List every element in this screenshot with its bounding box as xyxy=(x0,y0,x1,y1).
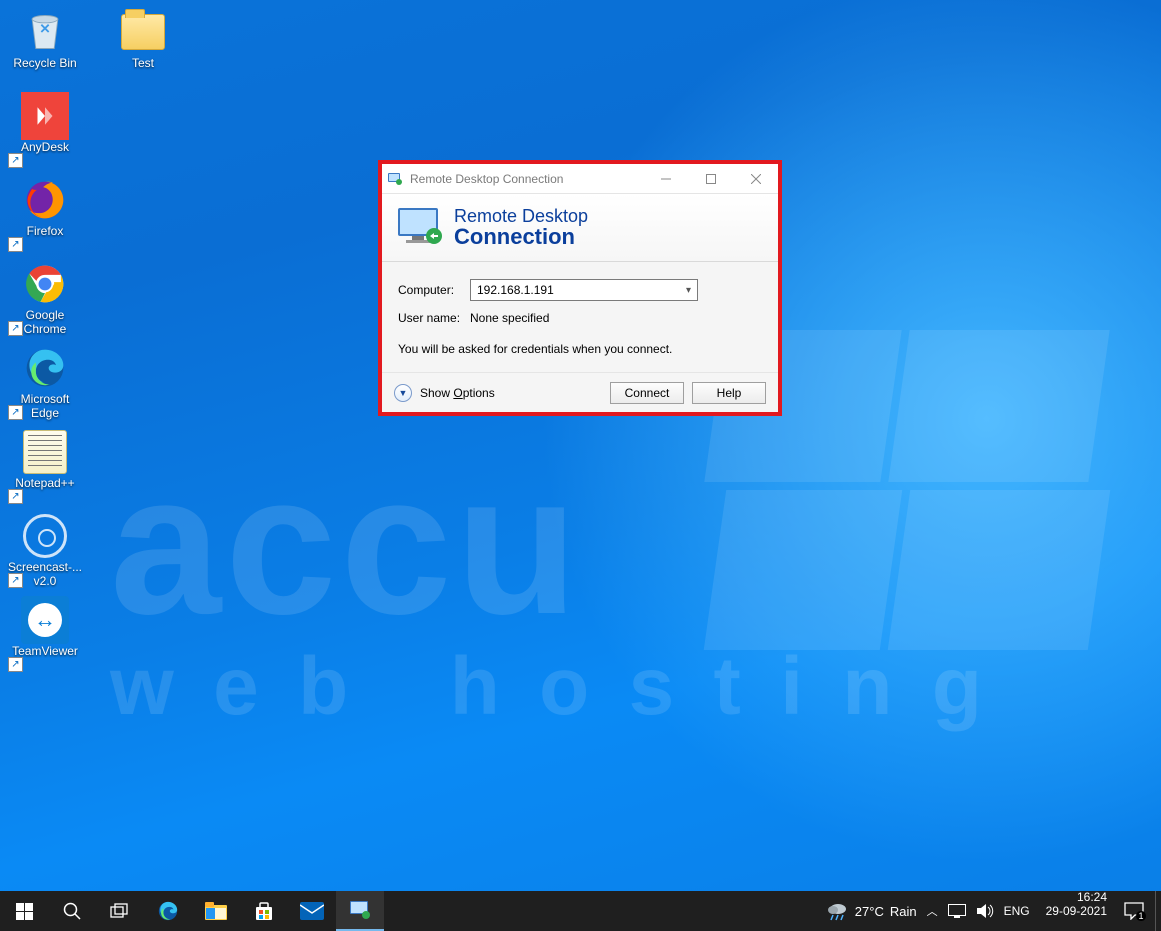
connect-button[interactable]: Connect xyxy=(610,382,684,404)
username-value: None specified xyxy=(470,311,549,325)
rdp-heading-2: Connection xyxy=(454,225,588,248)
teamviewer-icon xyxy=(21,596,69,644)
taskbar-microsoft-store[interactable] xyxy=(240,891,288,931)
desktop-icon-label: Google Chrome xyxy=(6,309,84,337)
desktop-icon-test-folder[interactable]: Test xyxy=(104,8,182,86)
desktop-icon-label: Recycle Bin xyxy=(13,57,76,71)
recycle-bin-icon xyxy=(23,10,67,54)
rdp-banner: Remote Desktop Connection xyxy=(382,194,778,262)
chevron-down-icon: ▾ xyxy=(686,285,691,296)
rdp-app-icon xyxy=(382,171,408,187)
record-icon xyxy=(23,514,67,558)
taskbar-clock[interactable]: 16:24 29-09-2021 xyxy=(1040,891,1113,931)
rdp-window[interactable]: Remote Desktop Connection Remote Desktop… xyxy=(378,160,782,416)
desktop-icon-notepadpp[interactable]: Notepad++ xyxy=(6,428,84,506)
tray-overflow-button[interactable]: ︿ xyxy=(927,903,938,919)
desktop-icon-label: Notepad++ xyxy=(15,477,74,491)
window-titlebar[interactable]: Remote Desktop Connection xyxy=(382,164,778,194)
folder-icon xyxy=(121,14,165,50)
username-label: User name: xyxy=(398,311,470,325)
desktop[interactable]: accu web hosting Recycle Bin Test xyxy=(0,0,1161,931)
help-button[interactable]: Help xyxy=(692,382,766,404)
input-language[interactable]: ENG xyxy=(1004,904,1030,918)
action-center-button[interactable]: 1 xyxy=(1113,891,1155,931)
desktop-icon-chrome[interactable]: Google Chrome xyxy=(6,260,84,338)
expand-options-icon[interactable]: ▼ xyxy=(394,384,412,402)
firefox-icon xyxy=(23,178,67,222)
desktop-icon-label: Firefox xyxy=(27,225,64,239)
maximize-button[interactable] xyxy=(688,164,733,194)
monitor-icon xyxy=(396,206,444,250)
desktop-icon-screencast[interactable]: Screencast-... v2.0 xyxy=(6,512,84,590)
window-title: Remote Desktop Connection xyxy=(408,172,643,186)
desktop-icon-label: Microsoft Edge xyxy=(6,393,84,421)
taskbar-file-explorer[interactable] xyxy=(192,891,240,931)
volume-icon[interactable] xyxy=(976,903,994,919)
desktop-icon-firefox[interactable]: Firefox xyxy=(6,176,84,254)
desktop-icon-label: TeamViewer xyxy=(12,645,78,659)
computer-value: 192.168.1.191 xyxy=(477,283,554,297)
weather-condition: Rain xyxy=(890,904,917,919)
desktop-icon-label: Test xyxy=(132,57,154,71)
desktop-icon-anydesk[interactable]: AnyDesk xyxy=(6,92,84,170)
rdp-heading-1: Remote Desktop xyxy=(454,207,588,226)
edge-icon xyxy=(23,346,67,390)
taskbar-weather[interactable]: 27°C Rain xyxy=(827,891,917,931)
notification-badge: 1 xyxy=(1136,911,1145,921)
desktop-icon-label: Screencast-... v2.0 xyxy=(6,561,84,589)
show-desktop-button[interactable] xyxy=(1155,891,1161,931)
search-button[interactable] xyxy=(48,891,96,931)
taskbar-mail[interactable] xyxy=(288,891,336,931)
display-icon[interactable] xyxy=(948,904,966,918)
clock-time: 16:24 xyxy=(1077,891,1107,905)
desktop-icon-teamviewer[interactable]: TeamViewer xyxy=(6,596,84,674)
watermark-tagline: web hosting xyxy=(110,640,1021,734)
start-button[interactable] xyxy=(0,891,48,931)
credentials-hint: You will be asked for credentials when y… xyxy=(398,332,762,372)
taskbar-rdp[interactable] xyxy=(336,891,384,931)
taskbar-edge[interactable] xyxy=(144,891,192,931)
notepadpp-icon xyxy=(23,430,67,474)
clock-date: 29-09-2021 xyxy=(1046,905,1107,919)
computer-combobox[interactable]: 192.168.1.191 ▾ xyxy=(470,279,698,301)
desktop-icon-recycle-bin[interactable]: Recycle Bin xyxy=(6,8,84,86)
show-options-link[interactable]: Show Options xyxy=(420,386,495,400)
taskbar[interactable]: 27°C Rain ︿ ENG 16:24 29-09-2021 1 xyxy=(0,891,1161,931)
close-button[interactable] xyxy=(733,164,778,194)
weather-temp: 27°C xyxy=(855,904,884,919)
chrome-icon xyxy=(23,262,67,306)
minimize-button[interactable] xyxy=(643,164,688,194)
desktop-icon-label: AnyDesk xyxy=(21,141,69,155)
anydesk-icon xyxy=(21,92,69,140)
desktop-icon-edge[interactable]: Microsoft Edge xyxy=(6,344,84,422)
computer-label: Computer: xyxy=(398,283,470,297)
rain-icon xyxy=(827,901,849,921)
task-view-button[interactable] xyxy=(96,891,144,931)
